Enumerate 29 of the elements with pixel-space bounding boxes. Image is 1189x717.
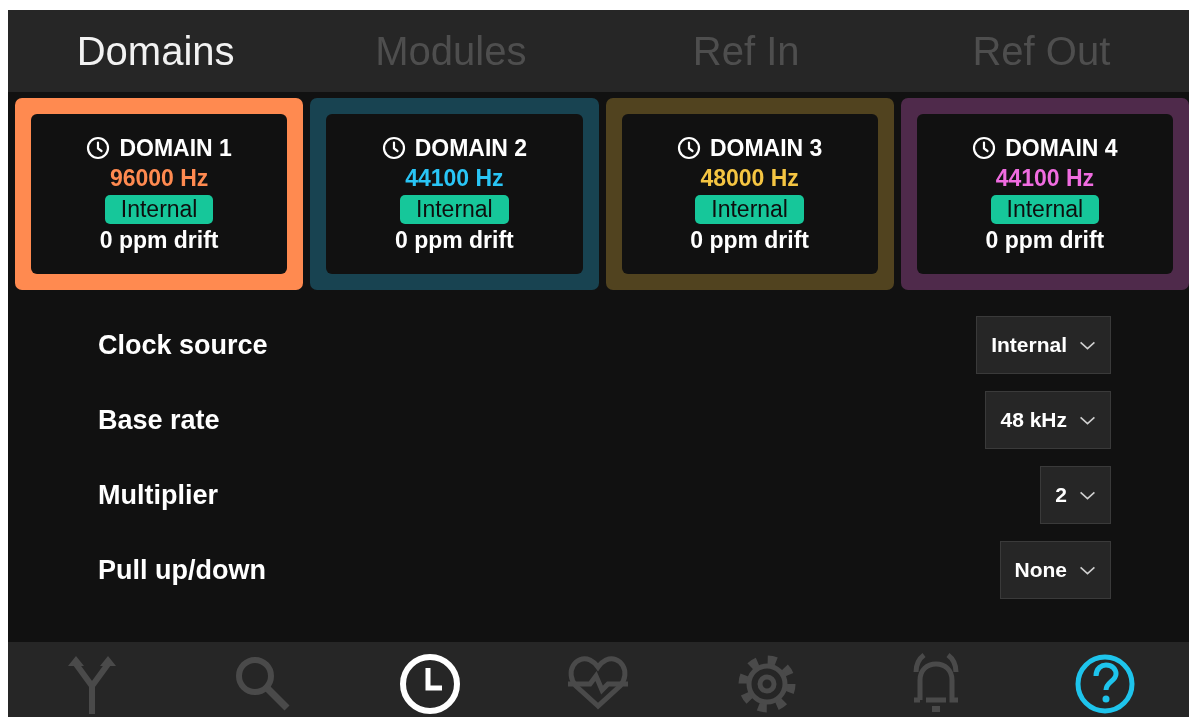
dropdown[interactable]: 48 kHz <box>985 391 1111 449</box>
drift-text: 0 ppm drift <box>394 226 514 254</box>
setting-label: Multiplier <box>98 479 218 511</box>
drift-text: 0 ppm drift <box>690 226 810 254</box>
sample-rate: 48000 Hz <box>700 164 799 192</box>
domain-card[interactable]: DOMAIN 3 48000 Hz Internal 0 ppm drift <box>605 98 894 290</box>
setting-label: Pull up/down <box>98 554 266 586</box>
setting-label: Base rate <box>98 404 220 436</box>
source-badge: Internal <box>695 194 804 224</box>
tab[interactable]: Domains <box>8 10 304 92</box>
domain-card[interactable]: DOMAIN 1 96000 Hz Internal 0 ppm drift <box>15 98 304 290</box>
setting-label: Clock source <box>98 329 268 361</box>
source-badge: Internal <box>990 194 1100 224</box>
domain-title: DOMAIN 4 <box>1005 134 1118 162</box>
domain-card[interactable]: DOMAIN 4 44100 Hz Internal 0 ppm drift <box>900 98 1189 290</box>
sample-rate: 44100 Hz <box>405 164 504 192</box>
domain-title: DOMAIN 1 <box>119 134 232 162</box>
drift-text: 0 ppm drift <box>985 226 1105 254</box>
source-badge: Internal <box>400 194 509 224</box>
drift-text: 0 ppm drift <box>99 226 219 254</box>
source-badge: Internal <box>104 194 214 224</box>
dropdown[interactable]: Internal <box>976 316 1111 374</box>
domain-title: DOMAIN 3 <box>709 134 823 162</box>
domain-card[interactable]: DOMAIN 2 44100 Hz Internal 0 ppm drift <box>310 98 599 290</box>
sample-rate: 96000 Hz <box>109 164 209 192</box>
sample-rate: 44100 Hz <box>995 164 1095 192</box>
dropdown[interactable]: 2 <box>1040 466 1111 524</box>
domain-title: DOMAIN 2 <box>414 134 528 162</box>
dropdown[interactable]: None <box>999 541 1111 599</box>
